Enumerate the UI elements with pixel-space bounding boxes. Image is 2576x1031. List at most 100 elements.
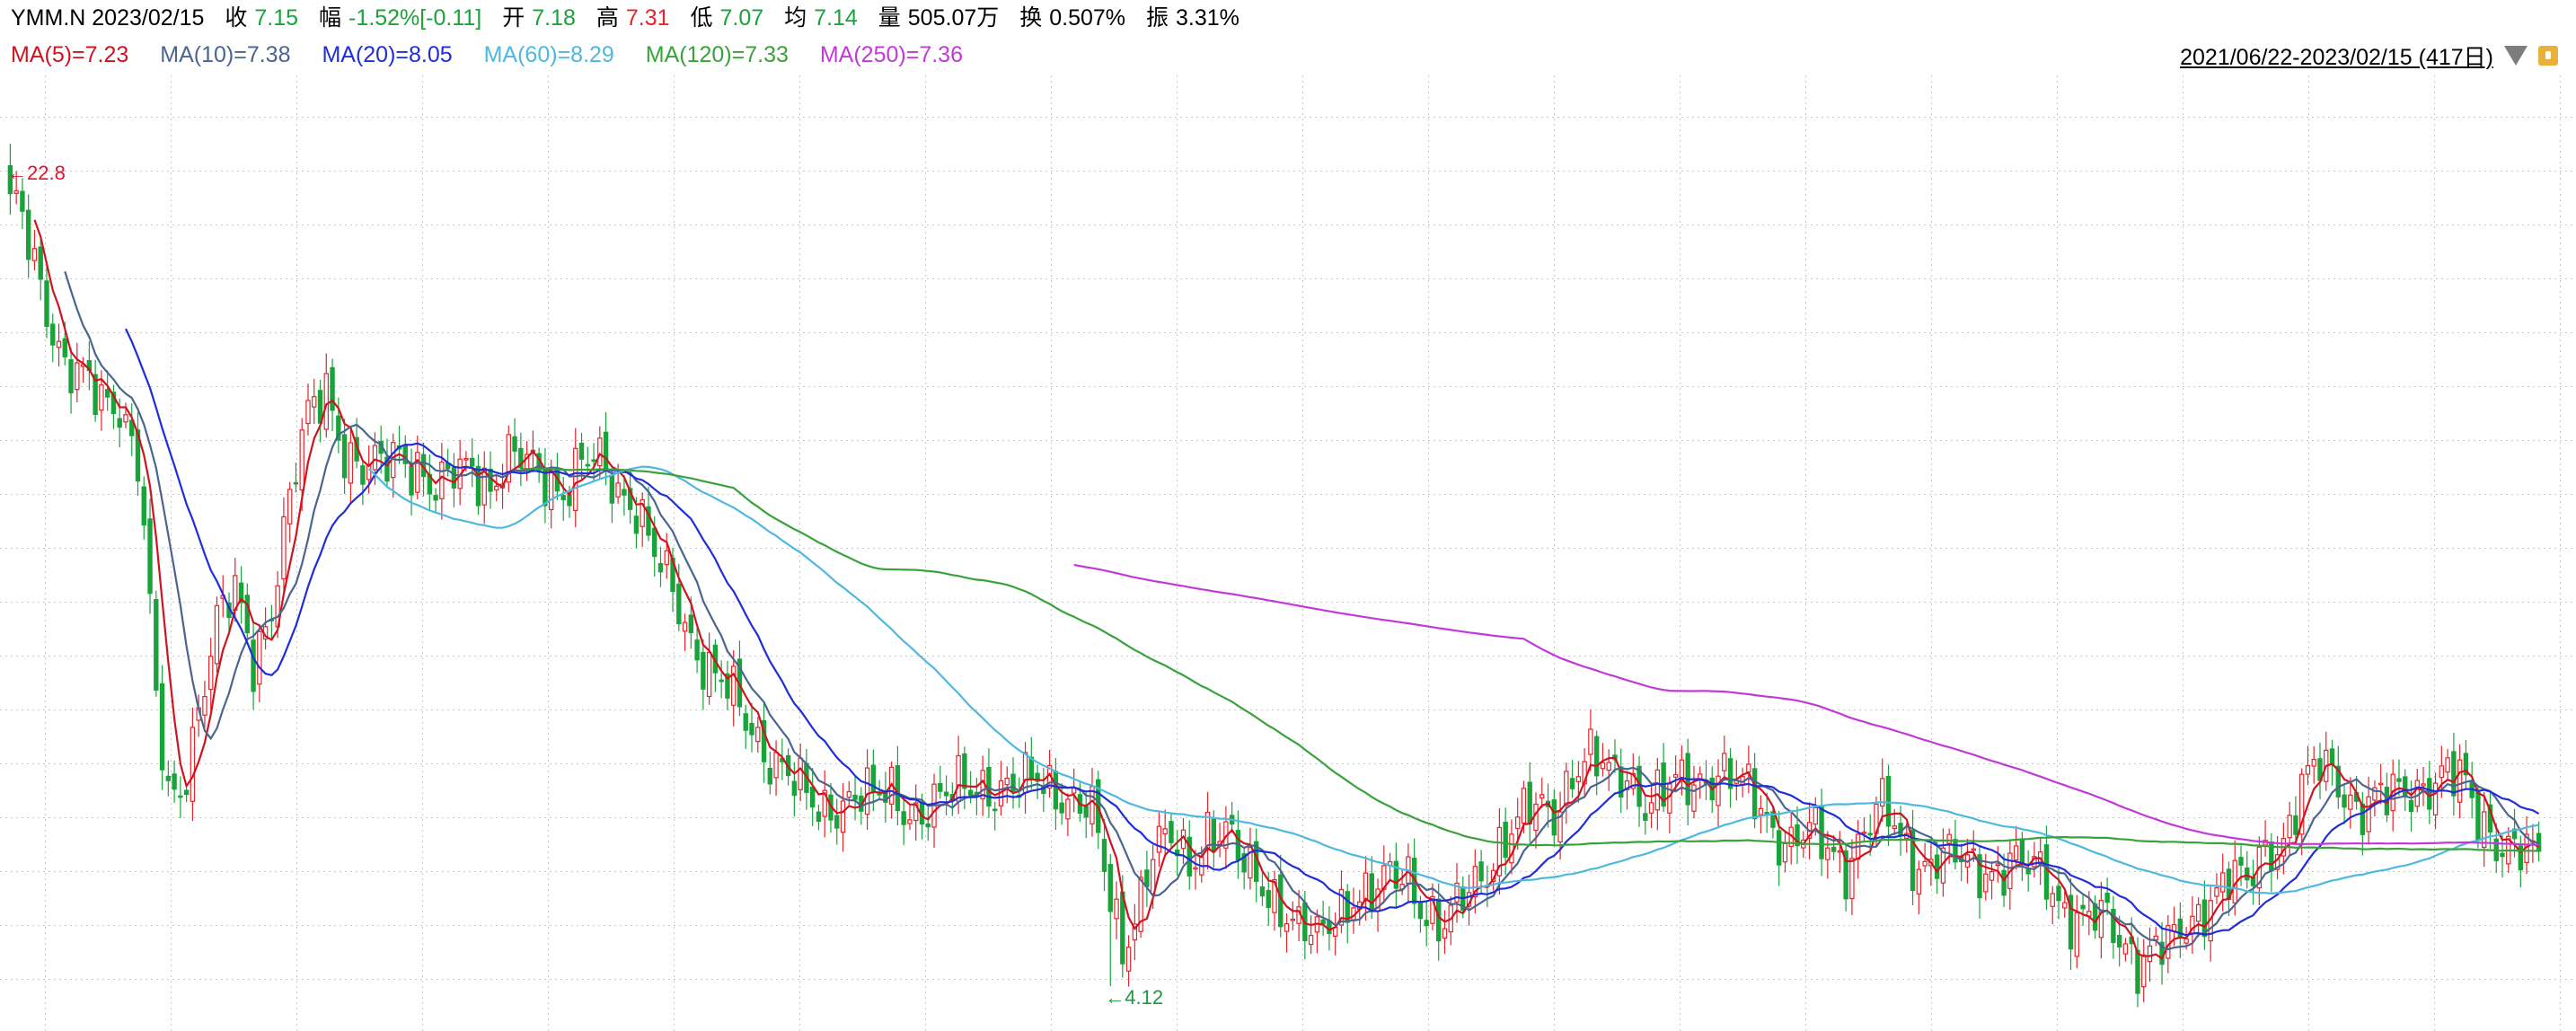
extreme-marks: ←22.8 ←4.12 [7, 162, 1163, 1009]
ma-lines [33, 219, 2540, 960]
candle-body [2019, 838, 2025, 863]
candle-body [299, 429, 304, 491]
candle-body [1521, 788, 1527, 824]
candle-body [1564, 771, 1569, 806]
candle-body [287, 489, 293, 524]
candle-body [1751, 768, 1758, 820]
low-price-label: ←4.12 [1105, 986, 1163, 1009]
candle-body [986, 766, 992, 807]
candle-body [2013, 845, 2019, 861]
candle-body [2396, 778, 2402, 782]
candle-body [1569, 778, 1575, 789]
candle-body [767, 767, 773, 785]
candle-body [415, 452, 420, 493]
candle-body [1259, 886, 1266, 897]
candle-body [1648, 802, 1654, 814]
candle-body [62, 338, 67, 357]
candle-body [451, 467, 457, 489]
candle-body [488, 468, 493, 492]
candle-body [512, 436, 517, 452]
candle-body [244, 595, 251, 634]
candle-body [2080, 904, 2086, 910]
candle-body [99, 384, 104, 411]
ma10-line [64, 270, 2539, 951]
candle-body [719, 679, 724, 683]
candle-body [2342, 794, 2347, 808]
candle-body [1442, 928, 1448, 939]
candle-body [1290, 918, 1296, 921]
candle-body [676, 583, 682, 625]
candle-body [183, 789, 190, 796]
candle-body [463, 457, 469, 461]
candle-body [1193, 867, 1198, 870]
candle-body [1478, 861, 1484, 882]
candle-body [1716, 775, 1721, 806]
candle-body [433, 495, 438, 501]
candle-body [1606, 762, 1611, 771]
candle-body [208, 656, 214, 691]
candle-body [190, 727, 196, 802]
candle-body [560, 495, 566, 501]
candle-body [1588, 728, 1593, 755]
candle-body [1107, 863, 1113, 912]
candle-body [494, 485, 499, 491]
candle-body [2475, 789, 2481, 842]
candle-body [925, 823, 931, 828]
candle-body [573, 447, 578, 512]
candle-body [773, 752, 779, 779]
candle-body [147, 518, 153, 595]
candle-body [159, 683, 165, 771]
candle-body [2287, 815, 2292, 839]
candle-body [907, 819, 913, 824]
candle-body [214, 604, 220, 665]
candle-body [1861, 832, 1867, 834]
candle-body [348, 442, 354, 484]
candle-body [1867, 833, 1873, 836]
candle-body [877, 792, 882, 796]
candle-body [2305, 764, 2311, 775]
candle-body [117, 418, 122, 428]
candle-body [2141, 954, 2147, 988]
candle-body [956, 754, 961, 802]
candle-body [609, 474, 615, 504]
candle-body [1539, 794, 1545, 798]
candlestick-chart[interactable]: ←22.8 ←4.12 [0, 0, 2576, 1031]
candle-body [701, 651, 706, 690]
candle-body [1922, 860, 1928, 867]
candle-body [2245, 867, 2250, 881]
candle-body [2366, 796, 2371, 833]
candle-body [172, 773, 177, 790]
candle-body [664, 550, 669, 566]
candle-body [1983, 873, 1989, 893]
candle-body [1059, 802, 1064, 814]
candle-body [1953, 839, 1958, 863]
candle-body [2177, 918, 2183, 938]
candle-body [251, 639, 256, 692]
candle-body [13, 189, 19, 194]
candle-body [1211, 818, 1217, 852]
candle-body [1782, 842, 1788, 863]
candle-body [1284, 923, 1290, 932]
candle-body [75, 362, 80, 391]
candle-body [409, 465, 414, 496]
candle-body [1101, 839, 1107, 872]
candle-body [1363, 872, 1369, 902]
candle-body [1691, 784, 1697, 812]
candle-body [68, 359, 74, 393]
candle-body [809, 786, 816, 808]
candle-body [305, 400, 311, 425]
candle-body [603, 431, 609, 471]
candle-body [2439, 765, 2445, 779]
candle-body [1125, 947, 1132, 972]
candle-body [1934, 854, 1940, 879]
candle-body [1393, 860, 1399, 889]
candle-body [257, 630, 262, 685]
candle-body [1436, 898, 1442, 942]
candle-body [652, 527, 657, 558]
candle-body [1971, 848, 1976, 851]
candle-body [597, 437, 603, 467]
candle-body [1503, 821, 1508, 859]
candle-body [1369, 873, 1374, 912]
candle-body [2062, 902, 2068, 909]
candle-body [470, 457, 475, 467]
